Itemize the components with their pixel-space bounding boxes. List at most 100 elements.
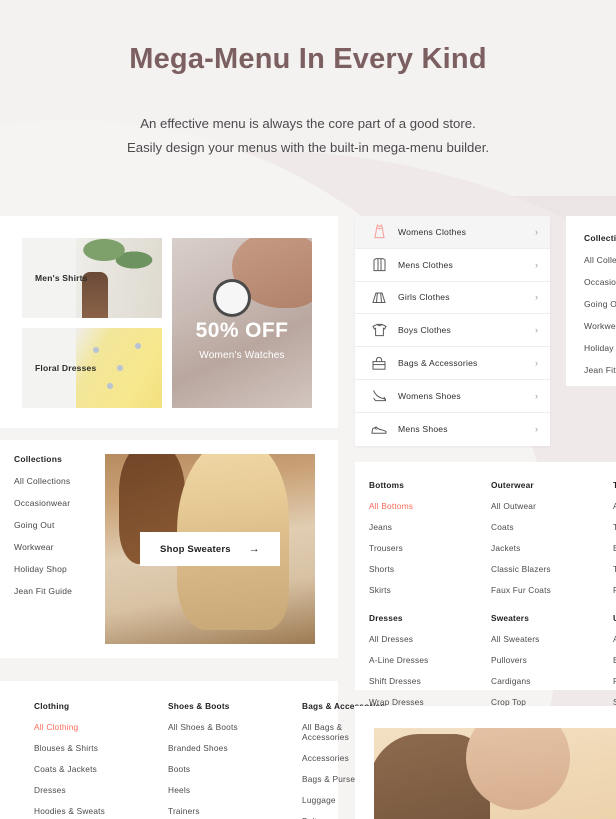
collage-thumbnail-column: Men's Shirts Floral Dresses	[22, 238, 162, 408]
chevron-right-icon: ›	[535, 325, 538, 336]
promo-subline: Women's Watches	[199, 350, 285, 361]
mega-column-link[interactable]: Dresses	[34, 785, 122, 795]
category-item-label: Womens Shoes	[398, 390, 461, 401]
collections-link[interactable]: Going Out	[14, 520, 110, 530]
mega-column-link[interactable]: Classic Blazers	[491, 564, 583, 574]
chevron-right-icon: ›	[535, 292, 538, 303]
mega-column-link[interactable]: Hoodies & Sweats	[34, 806, 122, 816]
mega-menu-panel-left: Clothing All Clothing Blouses & Shirts C…	[0, 681, 385, 819]
chevron-right-icon: ›	[535, 259, 538, 270]
collections-link[interactable]: Jean Fit Guide	[584, 365, 616, 375]
category-menu-panel: Womens Clothes › Mens Clothes › Girls Cl…	[355, 216, 550, 446]
mega-column-outerwear: Outerwear All Outwear Coats Jackets Clas…	[491, 480, 583, 728]
mega-column-link[interactable]: All Shoes & Boots	[168, 722, 256, 732]
mega-menu-columns-left: Clothing All Clothing Blouses & Shirts C…	[34, 701, 390, 819]
mega-column-link[interactable]: Jackets	[491, 543, 583, 553]
category-item-label: Bags & Accessories	[398, 358, 478, 369]
shirt-icon	[368, 257, 390, 272]
collage-tile-floral-dresses[interactable]: Floral Dresses	[22, 328, 162, 408]
collections-link[interactable]: Holiday Shop	[584, 343, 616, 353]
mega-column-link[interactable]: Shorts	[369, 564, 461, 574]
mega-column-title: Shoes & Boots	[168, 701, 230, 711]
page-title: Mega-Menu In Every Kind	[129, 43, 487, 75]
collections-heading: Collections	[584, 233, 616, 243]
mega-column-link[interactable]: All Bottoms	[369, 501, 461, 511]
handbag-icon	[368, 356, 390, 370]
mega-column-link[interactable]: All Outwear	[491, 501, 583, 511]
promo-collage: Men's Shirts Floral Dresses 50% OFF Wome…	[22, 238, 312, 408]
hero-subtitle-line-2: Easily design your menus with the built-…	[126, 140, 490, 155]
shop-sweaters-button[interactable]: Shop Sweaters →	[140, 532, 280, 566]
category-item-bags-accessories[interactable]: Bags & Accessories ›	[355, 347, 550, 380]
mega-column-link[interactable]: A-Line Dresses	[369, 655, 461, 665]
arrow-right-icon: →	[248, 543, 260, 555]
mega-column-link[interactable]: Heels	[168, 785, 256, 795]
mega-column-link[interactable]: Trousers	[369, 543, 461, 553]
collections-link[interactable]: All Collections	[14, 476, 110, 486]
skirt-icon	[368, 291, 390, 304]
mega-column-link[interactable]: Blouses & Shirts	[34, 743, 122, 753]
mega-column-link[interactable]: Shift Dresses	[369, 676, 461, 686]
mega-column-link[interactable]: Trainers	[168, 806, 256, 816]
category-item-mens-shoes[interactable]: Mens Shoes ›	[355, 413, 550, 446]
category-item-label: Womens Clothes	[398, 226, 467, 237]
promo-collage-panel: Men's Shirts Floral Dresses 50% OFF Wome…	[0, 216, 338, 428]
promo-headline: 50% OFF	[195, 319, 289, 342]
mega-menu-columns-right-row1: Bottoms All Bottoms Jeans Trousers Short…	[369, 480, 616, 728]
mega-column-link[interactable]: Branded Shoes	[168, 743, 256, 753]
mega-column-link[interactable]: Coats & Jackets	[34, 764, 122, 774]
category-item-boys-clothes[interactable]: Boys Clothes ›	[355, 314, 550, 348]
mega-column-link[interactable]: Pullovers	[491, 655, 583, 665]
heel-icon	[368, 389, 390, 402]
mega-column-link[interactable]: Boots	[168, 764, 256, 774]
mega-column-title: Clothing	[34, 701, 70, 711]
hero-subtitle-line-1: An effective menu is always the core par…	[140, 116, 476, 131]
sweaters-promo-card[interactable]: Shop Sweaters →	[105, 454, 315, 644]
collage-tile-mens-shirts[interactable]: Men's Shirts	[22, 238, 162, 318]
category-item-womens-clothes[interactable]: Womens Clothes ›	[355, 216, 550, 249]
collections-heading: Collections	[14, 454, 63, 464]
collections-sweaters-panel: Collections All Collections Occasionwear…	[0, 440, 338, 658]
shop-sweaters-label: Shop Sweaters	[160, 543, 231, 555]
mega-column-link[interactable]: All Clothing	[34, 722, 122, 732]
collections-link[interactable]: Jean Fit Guide	[14, 586, 110, 596]
mega-column-bottoms: Bottoms All Bottoms Jeans Trousers Short…	[369, 480, 461, 728]
mega-column-link[interactable]: All Sweaters	[491, 634, 583, 644]
mega-column-link[interactable]: All Dresses	[369, 634, 461, 644]
mega-menu-panel-right: Bottoms All Bottoms Jeans Trousers Short…	[355, 462, 616, 728]
collections-link[interactable]: Occasionwear	[14, 498, 110, 508]
mega-column-title: Dresses	[369, 613, 403, 623]
hero-section: Mega-Menu In Every Kind An effective men…	[0, 0, 616, 196]
chevron-right-icon: ›	[535, 226, 538, 237]
collections-link[interactable]: Occasionwear	[584, 277, 616, 287]
mega-column-title: Sweaters	[491, 613, 530, 623]
collections-link[interactable]: Holiday Shop	[14, 564, 110, 574]
category-item-mens-clothes[interactable]: Mens Clothes ›	[355, 249, 550, 282]
mega-column-link[interactable]: Coats	[491, 522, 583, 532]
chevron-right-icon: ›	[535, 424, 538, 435]
mega-column-shoes-boots: Shoes & Boots All Shoes & Boots Branded …	[168, 701, 256, 819]
chevron-right-icon: ›	[535, 390, 538, 401]
bags-collection-panel: Bags Collection	[355, 706, 616, 819]
mega-column-title: Outerwear	[491, 480, 534, 490]
collections-link[interactable]: All Collections	[584, 255, 616, 265]
collections-link[interactable]: Workwear	[584, 321, 616, 331]
category-item-label: Mens Shoes	[398, 424, 448, 435]
collections-link[interactable]: Workwear	[14, 542, 110, 552]
mega-column-link[interactable]: Faux Fur Coats	[491, 585, 583, 595]
collage-tile-label: Floral Dresses	[35, 363, 97, 373]
mega-column-link[interactable]: Jeans	[369, 522, 461, 532]
sneaker-icon	[368, 424, 390, 435]
collections-link[interactable]: Going Out	[584, 299, 616, 309]
mega-column-link[interactable]: Skirts	[369, 585, 461, 595]
mega-column-clothing: Clothing All Clothing Blouses & Shirts C…	[34, 701, 122, 819]
category-item-label: Girls Clothes	[398, 292, 450, 303]
category-item-label: Mens Clothes	[398, 259, 453, 270]
mega-column-link[interactable]: Cardigans	[491, 676, 583, 686]
category-item-girls-clothes[interactable]: Girls Clothes ›	[355, 282, 550, 315]
mens-shirts-image	[76, 238, 162, 318]
category-item-womens-shoes[interactable]: Womens Shoes ›	[355, 380, 550, 413]
bags-collection-card[interactable]: Bags Collection	[374, 728, 616, 819]
promo-banner-watches[interactable]: 50% OFF Women's Watches	[172, 238, 312, 408]
collections-panel-right: Collections All Collections Occasionwear…	[566, 216, 616, 386]
